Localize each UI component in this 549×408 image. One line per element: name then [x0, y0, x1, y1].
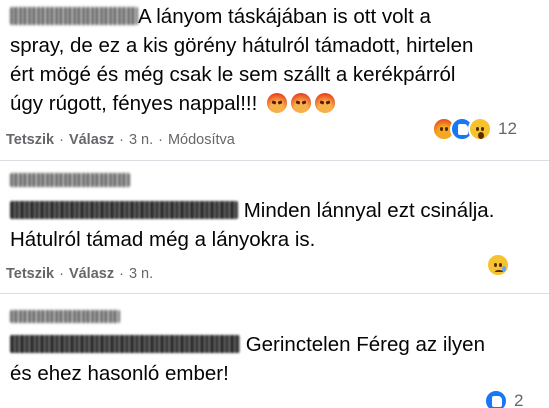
reaction-count: 12: [498, 119, 517, 138]
comment-1-actions: Tetszik · Válasz · 3 n. · Módosítva: [6, 132, 235, 148]
tagged-name[interactable]: [10, 335, 240, 353]
like-icon: [484, 389, 508, 408]
edited-label: Módosítva: [167, 132, 235, 148]
timestamp[interactable]: 3 n.: [129, 266, 153, 282]
reaction-count: 2: [514, 391, 524, 408]
comment-2-actions: Tetszik · Válasz · 3 n.: [6, 266, 154, 282]
sad-icon: [486, 253, 510, 277]
angry-emoji-icon: [291, 93, 312, 113]
timestamp[interactable]: 3 n.: [129, 132, 153, 148]
comment-3-reactions[interactable]: 2: [484, 389, 523, 408]
blurred-author-name[interactable]: [10, 310, 120, 323]
reply-button[interactable]: Válasz: [69, 266, 114, 282]
author-name[interactable]: [10, 308, 120, 326]
wow-icon: [468, 117, 492, 141]
divider: [0, 293, 549, 294]
tagged-name[interactable]: [10, 201, 238, 219]
angry-emoji-icon: [315, 93, 336, 113]
like-button[interactable]: Tetszik: [6, 132, 54, 148]
comment-2-text: Minden lánnyal ezt csinálja. Hátulról tá…: [10, 199, 495, 251]
comment-1-reactions[interactable]: 12: [432, 117, 517, 141]
comment-1-text: A lányom táskájában is ott volt a spray,…: [10, 5, 474, 115]
blurred-author-name[interactable]: [10, 173, 130, 187]
blurred-author-name[interactable]: [10, 7, 138, 25]
like-button[interactable]: Tetszik: [6, 266, 54, 282]
author-name[interactable]: [10, 172, 130, 190]
angry-emoji-icon: [267, 93, 288, 113]
reply-button[interactable]: Válasz: [69, 132, 114, 148]
divider: [0, 160, 549, 161]
comment-2-reactions[interactable]: [486, 253, 510, 277]
comment-3-text: Gerinctelen Féreg az ilyen és ehez hason…: [10, 333, 485, 385]
